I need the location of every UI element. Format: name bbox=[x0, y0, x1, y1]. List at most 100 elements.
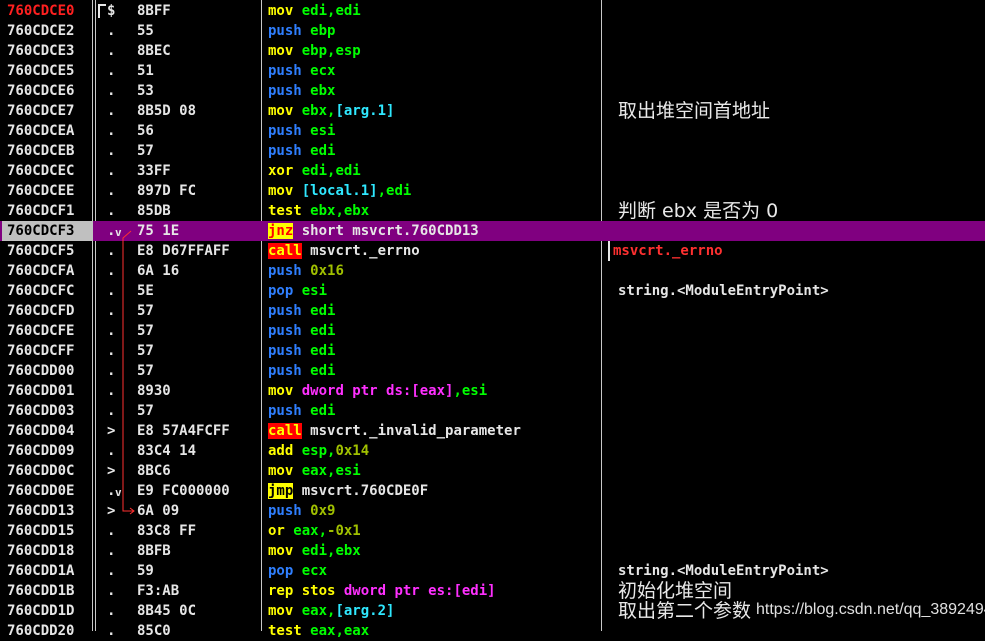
disasm-row[interactable]: 760CDCE7. 8B5D 08 mov ebx,[arg.1] 取出堆空间首地址 bbox=[0, 101, 985, 121]
row-hex-bytes: 8BFB bbox=[137, 543, 171, 559]
disasm-row[interactable]: 760CDCFF. 57 push edi bbox=[0, 341, 985, 361]
row-mnemonic: pop bbox=[268, 283, 294, 299]
disasm-row[interactable]: 760CDCE0 $8BFF mov edi,edi bbox=[0, 1, 985, 21]
row-hex-bytes: 83C4 14 bbox=[137, 443, 197, 459]
row-mnemonic: test bbox=[268, 623, 302, 639]
disasm-row[interactable]: 760CDCEC. 33FF xor edi,edi bbox=[0, 161, 985, 181]
disasm-row[interactable]: 760CDD18. 8BFB mov edi,ebx bbox=[0, 541, 985, 561]
row-hex-bytes: F3:AB bbox=[137, 583, 180, 599]
row-hex-bytes: E9 FC000000 bbox=[137, 483, 230, 499]
disasm-row[interactable]: 760CDCE2. 55 push ebp bbox=[0, 21, 985, 41]
row-hex-bytes: 75 1E bbox=[137, 223, 180, 239]
row-address: 760CDCEB bbox=[7, 143, 75, 159]
row-address: 760CDD18 bbox=[7, 543, 75, 559]
row-operand: ebx, bbox=[301, 103, 336, 119]
row-address: 760CDCEC bbox=[7, 163, 75, 179]
row-operand: esi bbox=[310, 123, 336, 139]
disasm-row[interactable]: 760CDD20. 85C0 test eax,eax bbox=[0, 621, 985, 641]
row-comment: 取出堆空间首地址 bbox=[618, 100, 771, 122]
row-operand: edi bbox=[310, 403, 336, 419]
row-instruction: push edi bbox=[268, 341, 335, 361]
row-mnemonic: mov bbox=[268, 183, 294, 199]
disasm-row[interactable]: 760CDCE3. 8BEC mov ebp,esp bbox=[0, 41, 985, 61]
disasm-row[interactable]: 760CDCF3. 75 1E jnz short msvcrt.760CDD13 bbox=[0, 221, 985, 241]
row-operand: [local.1] bbox=[301, 183, 378, 199]
row-hex-bytes: 8BFF bbox=[137, 3, 171, 19]
disasm-row[interactable]: 760CDCFC. 5E pop esi string.<ModuleEntryPoi… bbox=[0, 281, 985, 301]
row-operand: esp, bbox=[301, 443, 336, 459]
disasm-row[interactable]: 760CDCE5. 51 push ecx bbox=[0, 61, 985, 81]
row-comment: string.<ModuleEntryPoint> bbox=[618, 283, 829, 299]
disasm-row[interactable]: 760CDD15. 83C8 FF or eax,-0x1 bbox=[0, 521, 985, 541]
row-address: 760CDCE5 bbox=[7, 63, 75, 79]
row-hex-bytes: 85C0 bbox=[137, 623, 171, 639]
jump-arrows: v v bbox=[115, 226, 135, 515]
row-address: 760CDCEE bbox=[7, 183, 75, 199]
row-hex-bytes: 33FF bbox=[137, 163, 171, 179]
row-operand: edi,edi bbox=[301, 163, 361, 179]
row-mnemonic: mov bbox=[268, 383, 294, 399]
disasm-row[interactable]: 760CDCE6. 53 push ebx bbox=[0, 81, 985, 101]
row-mnemonic: push bbox=[268, 323, 302, 339]
row-instruction: mov eax,esi bbox=[268, 461, 361, 481]
row-mnemonic: call bbox=[268, 423, 302, 439]
disasm-row[interactable]: 760CDD04 > E8 57A4FCFF call msvcrt._invalid… bbox=[0, 421, 985, 441]
disasm-row[interactable]: 760CDCF1. 85DB test ebx,ebx 判断 ebx 是否为 0 bbox=[0, 201, 985, 221]
disasm-row[interactable]: 760CDCFD. 57 push edi bbox=[0, 301, 985, 321]
disasm-row[interactable]: 760CDD09. 83C4 14 add esp,0x14 bbox=[0, 441, 985, 461]
row-address: 760CDCFC bbox=[7, 283, 75, 299]
disasm-row[interactable]: 760CDD0E. E9 FC000000 jmp msvcrt.760CDE0F bbox=[0, 481, 985, 501]
row-operand: edi bbox=[310, 343, 336, 359]
row-instruction: push edi bbox=[268, 301, 335, 321]
disasm-row[interactable]: 760CDCEB. 57 push edi bbox=[0, 141, 985, 161]
row-address: 760CDCE2 bbox=[7, 23, 75, 39]
row-instruction: jnz short msvcrt.760CDD13 bbox=[268, 221, 479, 241]
row-instruction: jmp msvcrt.760CDE0F bbox=[268, 481, 428, 501]
row-address: 760CDD15 bbox=[7, 523, 75, 539]
row-address: 760CDD1B bbox=[7, 583, 75, 599]
disasm-row[interactable]: 760CDD1B. F3:AB rep stos dword ptr es:[edi… bbox=[0, 581, 985, 601]
disasm-row[interactable]: 760CDD0C >8BC6 mov eax,esi bbox=[0, 461, 985, 481]
row-mnemonic: xor bbox=[268, 163, 294, 179]
row-instruction: push ebx bbox=[268, 81, 335, 101]
row-operand: edi bbox=[310, 363, 336, 379]
disasm-row[interactable]: 760CDCFE. 57 push edi bbox=[0, 321, 985, 341]
row-address: 760CDCFA bbox=[7, 263, 75, 279]
row-address: 760CDD01 bbox=[7, 383, 75, 399]
row-instruction: mov [local.1],edi bbox=[268, 181, 411, 201]
row-operand: ebp bbox=[310, 23, 336, 39]
disasm-row[interactable]: 760CDCEA. 56 push esi bbox=[0, 121, 985, 141]
row-comment: string.<ModuleEntryPoint> bbox=[618, 563, 829, 579]
watermark: https://blog.csdn.net/qq_38924942 bbox=[756, 601, 985, 618]
row-mnemonic: mov bbox=[268, 43, 294, 59]
row-operand: [arg.1] bbox=[335, 103, 395, 119]
row-instruction: push edi bbox=[268, 141, 335, 161]
row-address: 760CDD1A bbox=[7, 563, 75, 579]
row-comment: 判断 ebx 是否为 0 bbox=[618, 200, 779, 222]
disasm-row[interactable]: 760CDCF5. E8 D67FFAFF call msvcrt._errno ms… bbox=[0, 241, 985, 261]
row-operand: ,esi bbox=[453, 383, 488, 399]
disasm-row[interactable]: 760CDCEE. 897D FC mov [local.1],edi bbox=[0, 181, 985, 201]
row-operand: 0x9 bbox=[310, 503, 336, 519]
row-address: 760CDCFD bbox=[7, 303, 75, 319]
row-instruction: test eax,eax bbox=[268, 621, 369, 641]
row-instruction: rep stos dword ptr es:[edi] bbox=[268, 581, 496, 601]
disasm-row[interactable]: 760CDD03. 57 push edi bbox=[0, 401, 985, 421]
row-mnemonic: push bbox=[268, 83, 302, 99]
row-instruction: mov edi,edi bbox=[268, 1, 361, 21]
disasm-row[interactable]: 760CDD00. 57 push edi bbox=[0, 361, 985, 381]
row-mnemonic: test bbox=[268, 203, 302, 219]
disasm-row[interactable]: 760CDD01. 8930 mov dword ptr ds:[eax],esi bbox=[0, 381, 985, 401]
disasm-row[interactable]: 760CDCFA. 6A 16 push 0x16 bbox=[0, 261, 985, 281]
row-comment: 初始化堆空间 bbox=[618, 580, 733, 602]
row-instruction: push 0x16 bbox=[268, 261, 344, 281]
row-address: 760CDCFE bbox=[7, 323, 75, 339]
row-hex-bytes: 897D FC bbox=[137, 183, 197, 199]
row-hex-bytes: 8BC6 bbox=[137, 463, 171, 479]
disasm-row[interactable]: 760CDD1A. 59 pop ecx string.<ModuleEntryPoi… bbox=[0, 561, 985, 581]
jnz-down-mark: v bbox=[115, 226, 122, 239]
row-comment: 取出第二个参数 bbox=[618, 600, 752, 622]
function-start-bracket bbox=[98, 4, 106, 18]
row-mnemonic: push bbox=[268, 123, 302, 139]
disasm-row[interactable]: 760CDD13 >6A 09 push 0x9 bbox=[0, 501, 985, 521]
